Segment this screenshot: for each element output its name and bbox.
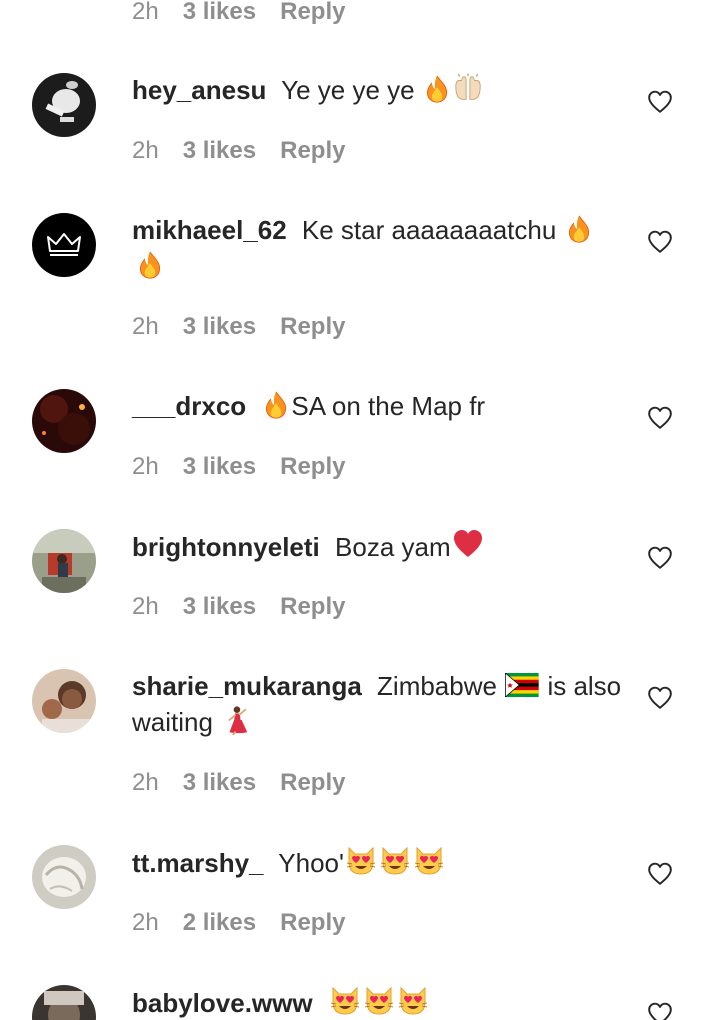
heart-eyes-cat-emoji-icon bbox=[413, 844, 445, 876]
comment-meta: 2h 3 likes Reply bbox=[132, 452, 345, 482]
comment-meta: 2h 3 likes Reply bbox=[132, 592, 345, 622]
heart-eyes-cat-emoji-icon bbox=[345, 844, 377, 876]
fire-emoji-icon bbox=[423, 75, 451, 103]
reply-button[interactable]: Reply bbox=[280, 313, 345, 341]
avatar[interactable] bbox=[32, 529, 96, 593]
comment-body: Boza yam bbox=[335, 532, 451, 562]
comment-likes[interactable]: 3 likes bbox=[183, 0, 256, 26]
comment-body: Ke star aaaaaaaatchu bbox=[301, 215, 557, 245]
like-heart-icon[interactable] bbox=[647, 545, 673, 571]
comment-username[interactable]: tt.marshy_ bbox=[132, 848, 264, 878]
fire-emoji-icon bbox=[136, 251, 164, 279]
fire-emoji-icon bbox=[262, 391, 290, 419]
reply-button[interactable]: Reply bbox=[280, 137, 345, 165]
comment-text: sharie_mukaranga Zimbabwe is also waitin… bbox=[132, 668, 622, 740]
comment-likes[interactable]: 3 likes bbox=[183, 453, 256, 481]
comment-time: 2h bbox=[132, 0, 159, 25]
comment-username[interactable]: brightonnyeleti bbox=[132, 532, 320, 562]
avatar[interactable] bbox=[32, 213, 96, 277]
comment-text: babylove.www bbox=[132, 984, 622, 1020]
heart-eyes-cat-emoji-icon bbox=[379, 844, 411, 876]
like-heart-icon[interactable] bbox=[647, 405, 673, 431]
comment-username[interactable]: babylove.www bbox=[132, 988, 313, 1018]
avatar[interactable] bbox=[32, 389, 96, 453]
comment-body: Yhoo' bbox=[278, 848, 344, 878]
comment-username[interactable]: ___drxco bbox=[132, 391, 246, 421]
reply-button[interactable]: Reply bbox=[280, 453, 345, 481]
heart-eyes-cat-emoji-icon bbox=[397, 984, 429, 1016]
comments-feed: 2h 3 likes Reply hey_anesu Ye ye ye ye 2… bbox=[0, 0, 720, 1020]
comment-likes[interactable]: 3 likes bbox=[183, 769, 256, 797]
like-heart-icon[interactable] bbox=[647, 229, 673, 255]
comment-likes[interactable]: 3 likes bbox=[183, 593, 256, 621]
comment-body: Zimbabwe bbox=[377, 671, 497, 701]
comment-meta: 2h 3 likes Reply bbox=[132, 768, 345, 798]
comment-text: tt.marshy_ Yhoo' bbox=[132, 844, 622, 881]
comment-meta: 2h 3 likes Reply bbox=[132, 136, 345, 166]
comment-time: 2h bbox=[132, 313, 159, 340]
reply-button[interactable]: Reply bbox=[280, 0, 345, 26]
dancer-emoji-icon bbox=[221, 705, 251, 735]
comment-time: 2h bbox=[132, 453, 159, 480]
reply-button[interactable]: Reply bbox=[280, 769, 345, 797]
comment-time: 2h bbox=[132, 909, 159, 936]
comment-meta: 2h 2 likes Reply bbox=[132, 908, 345, 938]
raised-hands-emoji-icon bbox=[453, 73, 483, 103]
comment-meta: 2h 3 likes Reply bbox=[132, 312, 345, 342]
comment-time: 2h bbox=[132, 769, 159, 796]
avatar[interactable] bbox=[32, 669, 96, 733]
comment-text: ___drxco SA on the Map fr bbox=[132, 388, 622, 424]
comment-text: mikhaeel_62 Ke star aaaaaaaatchu bbox=[132, 212, 622, 284]
comment-likes[interactable]: 3 likes bbox=[183, 313, 256, 341]
comment-text: brightonnyeleti Boza yam bbox=[132, 528, 622, 565]
heart-eyes-cat-emoji-icon bbox=[329, 984, 361, 1016]
comment-time: 2h bbox=[132, 137, 159, 164]
comment-time: 2h bbox=[132, 593, 159, 620]
avatar[interactable] bbox=[32, 845, 96, 909]
comment-likes[interactable]: 3 likes bbox=[183, 137, 256, 165]
like-heart-icon[interactable] bbox=[647, 861, 673, 887]
red-heart-emoji-icon bbox=[452, 528, 484, 560]
like-heart-icon[interactable] bbox=[647, 685, 673, 711]
reply-button[interactable]: Reply bbox=[280, 909, 345, 937]
comment-username[interactable]: mikhaeel_62 bbox=[132, 215, 287, 245]
reply-button[interactable]: Reply bbox=[280, 593, 345, 621]
like-heart-icon[interactable] bbox=[647, 89, 673, 115]
comment-username[interactable]: sharie_mukaranga bbox=[132, 671, 362, 701]
comment-body: SA on the Map fr bbox=[291, 391, 486, 421]
like-heart-icon[interactable] bbox=[647, 1001, 673, 1020]
heart-eyes-cat-emoji-icon bbox=[363, 984, 395, 1016]
comment-meta: 2h 3 likes Reply bbox=[132, 0, 345, 27]
avatar[interactable] bbox=[32, 73, 96, 137]
comment-username[interactable]: hey_anesu bbox=[132, 75, 266, 105]
comment-body: Ye ye ye ye bbox=[281, 75, 415, 105]
zimbabwe-flag-emoji-icon bbox=[505, 673, 539, 697]
comment-likes[interactable]: 2 likes bbox=[183, 909, 256, 937]
fire-emoji-icon bbox=[565, 215, 593, 243]
comment-text: hey_anesu Ye ye ye ye bbox=[132, 72, 622, 108]
avatar[interactable] bbox=[32, 985, 96, 1020]
